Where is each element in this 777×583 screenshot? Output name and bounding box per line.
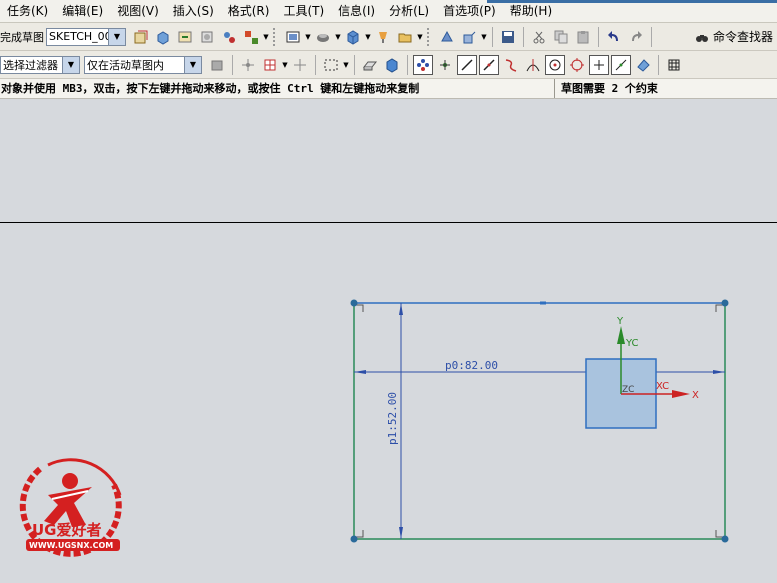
dimension-arrow [713, 370, 725, 374]
x-axis-label: X [692, 390, 699, 401]
rect-corner-point[interactable] [721, 299, 729, 307]
dimension-height-label[interactable]: p1:52.00 [386, 392, 399, 445]
corner-constraint-mark [356, 530, 364, 538]
dimension-arrow [399, 527, 403, 539]
yc-axis-label: YC [625, 338, 639, 349]
rect-corner-point[interactable] [350, 535, 358, 543]
corner-constraint-mark [356, 304, 364, 312]
dimension-arrow [399, 303, 403, 315]
rect-corner-point[interactable] [721, 535, 729, 543]
watermark-brand: UG爱好者 [32, 521, 102, 539]
rect-corner-point[interactable] [350, 299, 358, 307]
dimension-width-label[interactable]: p0:82.00 [445, 359, 498, 372]
dimension-arrow [354, 370, 366, 374]
x-axis-arrow-icon [672, 390, 690, 398]
watermark-url: WWW.UGSNX.COM [29, 541, 113, 550]
xc-axis-label: XC [656, 381, 669, 392]
corner-constraint-mark [715, 530, 723, 538]
corner-constraint-mark [715, 304, 723, 312]
zc-axis-label: ZC [622, 385, 634, 395]
y-axis-label: Y [616, 316, 624, 327]
y-axis-arrow-icon [617, 326, 625, 344]
ug-watermark-logo: UG爱好者 WWW.UGSNX.COM [19, 458, 122, 557]
